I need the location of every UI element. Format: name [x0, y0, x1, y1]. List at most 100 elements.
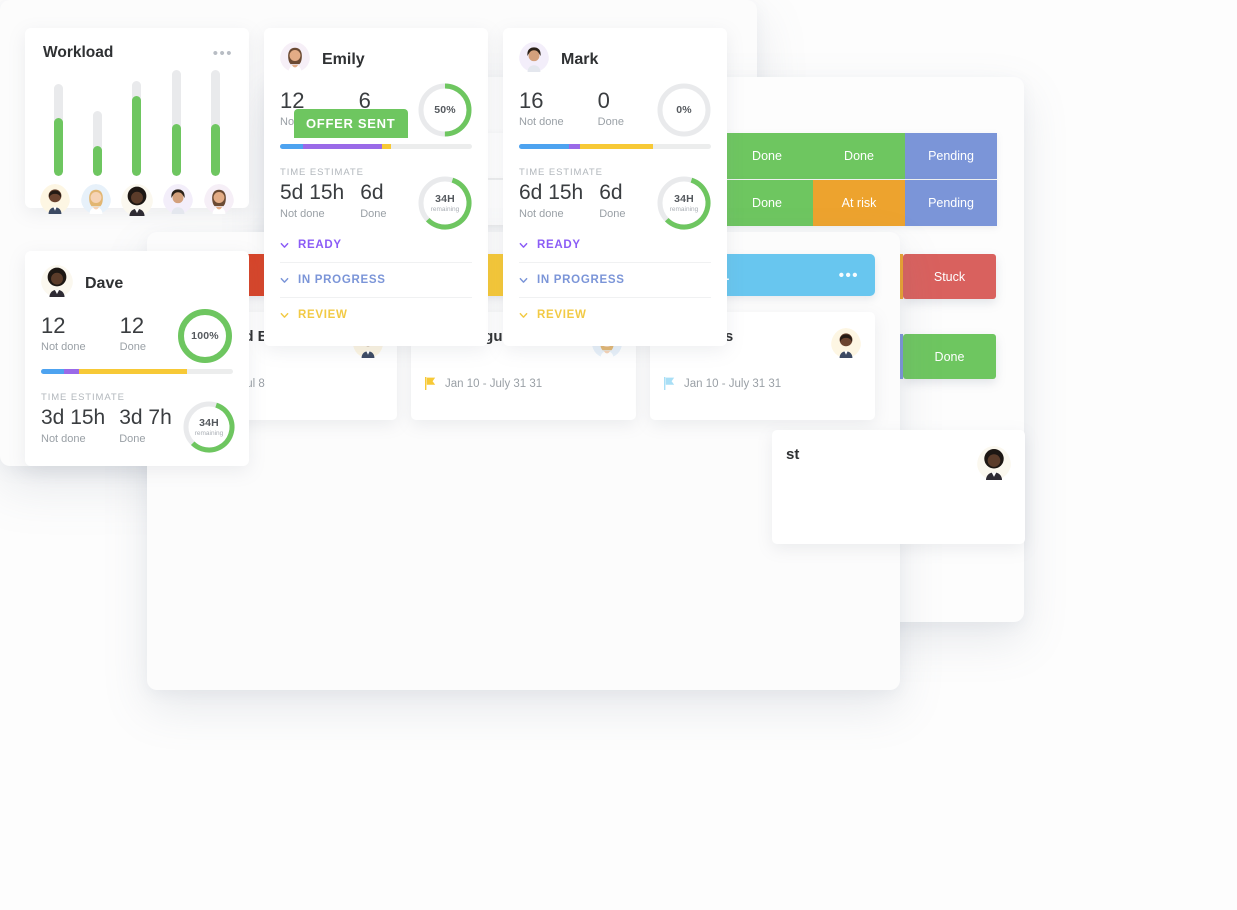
- time-value: 6d: [360, 181, 384, 205]
- workload-card-title: Workload: [43, 44, 114, 61]
- chevron-down-icon: [280, 277, 289, 283]
- avatar[interactable]: [163, 184, 194, 221]
- status-label: Done: [844, 149, 874, 163]
- completion-donut: 50%: [416, 81, 474, 139]
- workload-bar-track: [210, 70, 220, 176]
- section-in-progress[interactable]: IN PROGRESS: [280, 262, 472, 297]
- avatar[interactable]: [280, 42, 310, 77]
- section-label: IN PROGRESS: [537, 274, 625, 287]
- task-title-fragment: st: [786, 446, 800, 463]
- person-card-dave: Dave 12 Not done 12 Done 100% TIME ESTIM…: [25, 251, 249, 466]
- task-card-partially-hidden[interactable]: st: [772, 430, 1025, 544]
- chevron-down-icon: [280, 312, 289, 318]
- person-card-mark: Mark 16 Not done 0 Done 0% TIME ESTIMATE…: [503, 28, 727, 346]
- stat-value: 16: [519, 88, 544, 113]
- time-value: 6d: [599, 181, 623, 205]
- section-review[interactable]: REVIEW: [280, 297, 472, 332]
- stat-label: Done: [597, 116, 624, 129]
- time-value: 3d 15h: [41, 406, 106, 430]
- workload-bar[interactable]: [93, 111, 103, 176]
- completion-donut: 0%: [655, 81, 713, 139]
- workload-bar[interactable]: [210, 70, 220, 176]
- person-card-emily: Emily 12 Not done 6 Done: [264, 28, 488, 346]
- status-cell-pending[interactable]: Pending: [905, 180, 997, 226]
- status-label: Done: [934, 349, 965, 364]
- segment-blue: [41, 369, 65, 375]
- time-label: Done: [360, 208, 387, 221]
- avatar: [831, 328, 861, 363]
- time-value: 3d 7h: [119, 406, 172, 430]
- status-label: Done: [752, 196, 782, 210]
- segment-yellow: [381, 144, 392, 150]
- flag-icon: [664, 377, 675, 390]
- chevron-down-icon: [519, 277, 528, 283]
- time-value: 5d 15h: [280, 181, 345, 205]
- remaining-donut: 34H remaining: [655, 174, 713, 232]
- avatar[interactable]: [519, 42, 549, 77]
- time-label: Not done: [519, 208, 564, 221]
- screenshot-stage: OFFER SENT Zack Martin: [0, 0, 1237, 910]
- time-label: Not done: [41, 433, 86, 446]
- avatar: [977, 446, 1011, 485]
- stat-not-done: 12 Not done: [41, 314, 86, 353]
- time-label: Done: [599, 208, 626, 221]
- column-menu-icon[interactable]: •••: [839, 268, 859, 283]
- segment-blue: [280, 144, 304, 150]
- status-chip-stuck-1[interactable]: Stuck: [898, 254, 996, 299]
- status-cell-at-risk[interactable]: At risk: [813, 180, 905, 226]
- chevron-down-icon: [519, 312, 528, 318]
- stat-value: 12: [41, 313, 66, 338]
- segment-yellow: [580, 144, 654, 150]
- avatar[interactable]: [80, 184, 111, 221]
- time-not-done: 5d 15h Not done: [280, 181, 345, 221]
- section-label: REVIEW: [537, 309, 587, 322]
- status-chip-done[interactable]: Done: [898, 334, 996, 379]
- person-name: Emily: [322, 50, 365, 68]
- stat-value: 12: [119, 313, 145, 338]
- time-label: Not done: [280, 208, 325, 221]
- stat-label: Done: [119, 341, 146, 354]
- status-sections: READY IN PROGRESS REVIEW: [503, 220, 727, 332]
- status-label: At risk: [841, 196, 877, 210]
- section-in-progress[interactable]: IN PROGRESS: [519, 262, 711, 297]
- completion-donut: 100%: [175, 306, 235, 366]
- avatar[interactable]: [120, 184, 153, 221]
- segment-blue: [519, 144, 569, 150]
- status-cell-pending[interactable]: Pending: [905, 133, 997, 179]
- status-cell-done-1[interactable]: Done: [721, 133, 813, 179]
- section-ready[interactable]: READY: [519, 228, 711, 262]
- stat-label: Not done: [519, 116, 564, 129]
- person-name: Dave: [85, 274, 124, 292]
- time-done: 6d Done: [599, 181, 626, 221]
- group-tag-offer-sent[interactable]: OFFER SENT: [294, 109, 409, 138]
- section-label: READY: [298, 239, 342, 252]
- chevron-down-icon: [280, 242, 289, 248]
- stat-done: 12 Done: [120, 314, 146, 353]
- segment-yellow: [79, 369, 187, 375]
- time-done: 6d Done: [360, 181, 387, 221]
- status-sections: READY IN PROGRESS REVIEW: [264, 220, 488, 332]
- avatar[interactable]: [41, 265, 73, 302]
- avatar[interactable]: [203, 184, 234, 221]
- status-cell-done-1[interactable]: Done: [721, 180, 813, 226]
- workload-bar[interactable]: [132, 81, 142, 176]
- task-date-range: Jan 10 - July 31 31: [684, 377, 782, 390]
- section-review[interactable]: REVIEW: [519, 297, 711, 332]
- section-label: REVIEW: [298, 309, 348, 322]
- stat-done: 0 Done: [598, 89, 624, 128]
- time-not-done: 6d 15h Not done: [519, 182, 583, 221]
- status-label: Pending: [928, 149, 974, 163]
- flag-icon: [425, 377, 436, 390]
- section-ready[interactable]: READY: [280, 228, 472, 262]
- segment-purple: [568, 144, 581, 150]
- status-cell-done-2[interactable]: Done: [813, 133, 905, 179]
- section-label: IN PROGRESS: [298, 274, 386, 287]
- time-not-done: 3d 15h Not done: [41, 406, 106, 446]
- workload-menu-icon[interactable]: •••: [213, 46, 233, 61]
- workload-bar-fill: [210, 124, 220, 176]
- avatar[interactable]: [40, 184, 71, 221]
- workload-bar-fill: [171, 124, 181, 176]
- workload-bar-track: [93, 111, 103, 176]
- workload-bar[interactable]: [54, 84, 64, 176]
- workload-bar[interactable]: [171, 70, 181, 176]
